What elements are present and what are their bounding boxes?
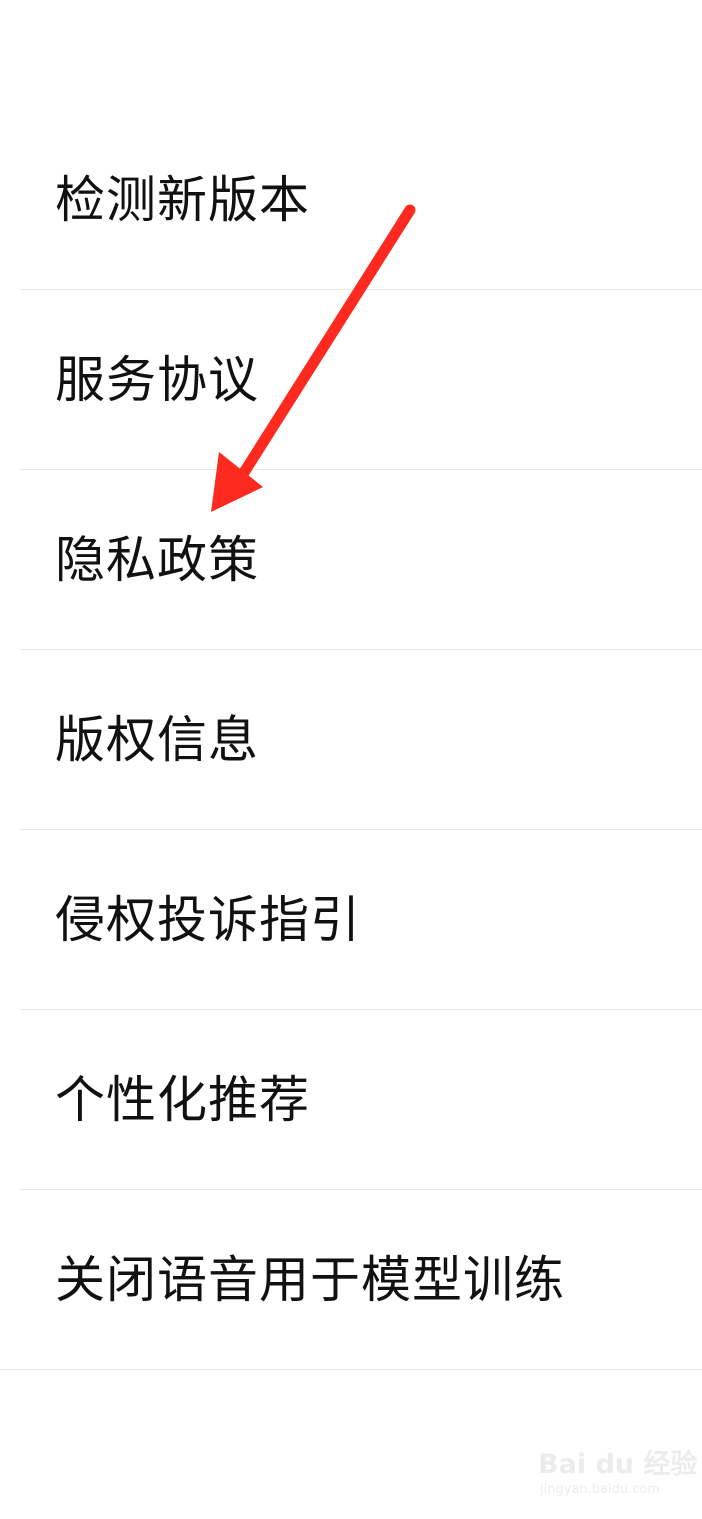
settings-menu: 检测新版本 服务协议 隐私政策 版权信息 侵权投诉指引 个性化推荐 关闭语音用于…: [0, 110, 702, 1370]
menu-item-infringement-complaint[interactable]: 侵权投诉指引: [0, 830, 702, 1010]
menu-item-check-update[interactable]: 检测新版本: [0, 110, 702, 290]
menu-item-personalized-recommendation[interactable]: 个性化推荐: [0, 1010, 702, 1190]
menu-item-copyright-info[interactable]: 版权信息: [0, 650, 702, 830]
divider: [0, 1369, 702, 1370]
watermark-url: jingyan.baidu.com: [540, 1482, 660, 1497]
menu-item-label: 个性化推荐: [55, 1071, 310, 1129]
menu-item-label: 版权信息: [55, 711, 259, 769]
menu-item-label: 隐私政策: [55, 531, 259, 589]
watermark: Bai du 经验 jingyan.baidu.com: [538, 1442, 697, 1506]
menu-item-label: 检测新版本: [55, 171, 310, 229]
menu-item-service-agreement[interactable]: 服务协议: [0, 290, 702, 470]
menu-item-privacy-policy[interactable]: 隐私政策: [0, 470, 702, 650]
menu-item-label: 关闭语音用于模型训练: [55, 1251, 565, 1309]
menu-item-label: 侵权投诉指引: [55, 891, 361, 949]
menu-item-disable-voice-training[interactable]: 关闭语音用于模型训练: [0, 1190, 702, 1370]
watermark-logo: Bai du 经验: [538, 1449, 698, 1480]
menu-item-label: 服务协议: [55, 351, 259, 409]
